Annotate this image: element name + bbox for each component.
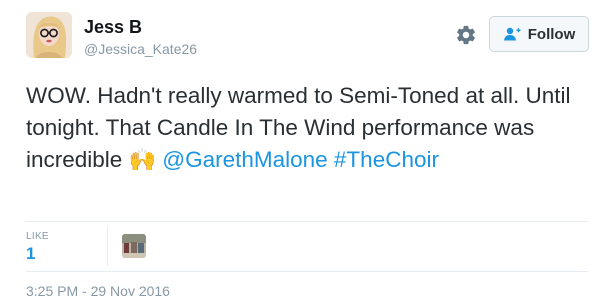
stat-separator [107, 226, 108, 266]
add-person-icon [503, 27, 521, 41]
divider [26, 221, 588, 222]
liker-avatar[interactable] [122, 234, 146, 258]
tweet-timestamp[interactable]: 3:25 PM - 29 Nov 2016 [26, 283, 170, 299]
avatar-image [26, 12, 72, 58]
avatar[interactable] [26, 12, 72, 58]
raised-hands-emoji: 🙌 [128, 147, 156, 172]
hashtag-link[interactable]: #TheChoir [334, 147, 439, 172]
display-name[interactable]: Jess B [84, 17, 142, 37]
follow-button[interactable]: Follow [489, 16, 589, 52]
tweet-text: WOW. Hadn't really warmed to Semi-Toned … [26, 80, 596, 176]
divider [26, 271, 588, 272]
user-handle[interactable]: @Jessica_Kate26 [84, 41, 197, 57]
mention-link[interactable]: @GarethMalone [162, 147, 327, 172]
likes-count[interactable]: 1 [26, 244, 35, 264]
likes-label: LIKE [26, 231, 49, 242]
gear-icon[interactable] [455, 24, 477, 46]
follow-button-label: Follow [527, 25, 576, 43]
